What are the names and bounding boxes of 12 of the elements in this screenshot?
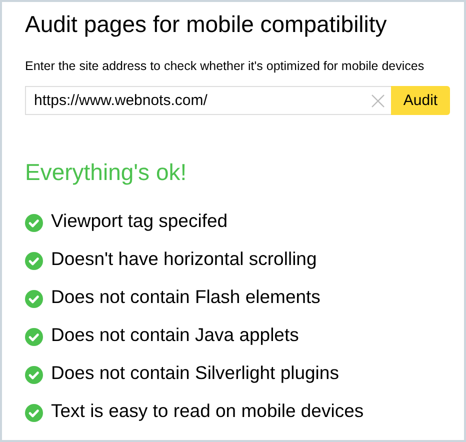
url-field[interactable]: https://www.webnots.com/ (25, 86, 367, 115)
audit-button[interactable]: Audit (391, 86, 450, 115)
page-title: Audit pages for mobile compatibility (25, 10, 388, 38)
result-heading: Everything's ok! (25, 158, 188, 186)
check-label: Text is easy to read on mobile devices (51, 400, 364, 422)
check-label: Does not contain Java applets (51, 324, 299, 346)
instructions-text: Enter the site address to check whether it's optimized for mobile devices (25, 58, 426, 74)
close-icon (371, 94, 385, 108)
check-label: Viewport tag specifed (51, 210, 228, 232)
check-label: Doesn't have horizontal scrolling (51, 248, 317, 270)
check-label: Does not contain Flash elements (51, 286, 320, 308)
check-label: Does not contain Silverlight plugins (51, 362, 339, 384)
